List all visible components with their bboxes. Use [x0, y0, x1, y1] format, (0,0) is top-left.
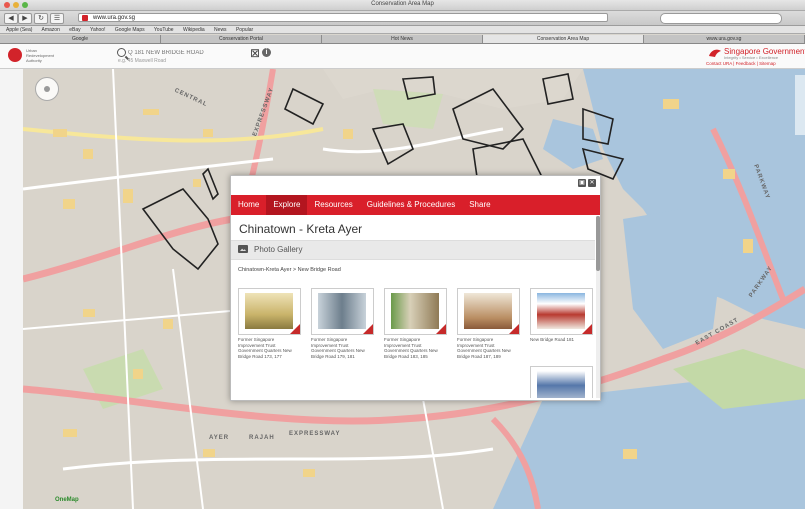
thumbnail-photo — [245, 293, 293, 329]
breadcrumb[interactable]: Chinatown-Kreta Ayer > New Bridge Road — [238, 267, 341, 273]
thumbnail-corner-icon — [436, 324, 446, 334]
nav-share[interactable]: Share — [462, 195, 497, 215]
nav-guidelines[interactable]: Guidelines & Procedures — [360, 195, 463, 215]
thumbnail-caption: Former Singapore Improvement Trust Gover… — [384, 337, 438, 359]
thumbnail-caption: Former Singapore Improvement Trust Gover… — [311, 337, 365, 359]
nav-explore[interactable]: Explore — [266, 195, 308, 215]
thumbnail-caption: Former Singapore Improvement Trust Gover… — [238, 337, 292, 359]
thumbnail-image — [530, 288, 593, 335]
photo-thumbnail[interactable]: Former Singapore Improvement Trust Gover… — [311, 288, 374, 359]
forward-button[interactable]: ▶ — [18, 13, 32, 24]
thumbnail-photo — [537, 371, 585, 398]
favicon-icon — [82, 15, 88, 21]
browser-tab-active[interactable]: Conservation Area Map — [483, 35, 644, 43]
road — [172, 268, 204, 509]
thumbnail-image — [311, 288, 374, 335]
ura-org-name: Urban Redevelopment Authority — [26, 48, 55, 63]
browser-tab[interactable]: www.ura.gov.sg — [644, 35, 805, 43]
photo-thumbnail[interactable]: Former Singapore Improvement Trust Gover… — [238, 288, 301, 359]
clear-search-icon[interactable]: ⊠ — [250, 47, 260, 59]
thumbnail-image — [457, 288, 520, 335]
river-water — [543, 119, 603, 169]
dialog-controls: ▣ ✕ — [578, 179, 596, 187]
photo-thumbnails: Former Singapore Improvement Trust Gover… — [238, 288, 593, 398]
dialog-nav: Home Explore Resources Guidelines & Proc… — [231, 195, 600, 215]
thumbnail-corner-icon — [363, 324, 373, 334]
scrollbar-thumb[interactable] — [596, 216, 600, 271]
browser-search-field[interactable] — [660, 13, 782, 24]
thumbnail-corner-icon — [290, 324, 300, 334]
ura-logo-icon[interactable] — [8, 48, 22, 62]
thumbnail-corner-icon — [509, 324, 519, 334]
map-side-panel — [0, 69, 24, 509]
browser-tab[interactable]: Conservation Portal — [161, 35, 322, 43]
window-title: Conservation Area Map — [371, 1, 434, 7]
thumbnail-image — [384, 288, 447, 335]
address-url: www.ura.gov.sg — [93, 15, 135, 21]
photo-gallery-header[interactable]: Photo Gallery — [231, 240, 595, 260]
bookmark-item[interactable]: eBay — [69, 27, 80, 33]
bookmark-item[interactable]: YouTube — [154, 27, 174, 33]
photo-thumbnail[interactable] — [530, 366, 593, 398]
thumbnail-corner-icon — [582, 324, 592, 334]
back-button[interactable]: ◀ — [4, 13, 18, 24]
browser-tabs: Google Conservation Portal Hot News Cons… — [0, 35, 805, 44]
browser-tab[interactable]: Google — [0, 35, 161, 43]
road — [62, 447, 494, 471]
nav-home[interactable]: Home — [231, 195, 266, 215]
thumbnail-photo — [318, 293, 366, 329]
major-road — [23, 127, 324, 143]
maximize-icon[interactable]: ▣ — [578, 179, 586, 187]
bookmark-item[interactable]: Popular — [236, 27, 253, 33]
bookmarks-bar: Apple (Sea) Amazon eBay Yahoo! Google Ma… — [0, 26, 805, 34]
bookmarks-icon[interactable]: ☰ — [50, 13, 64, 24]
address-bar[interactable]: www.ura.gov.sg — [78, 13, 608, 22]
photo-gallery-icon — [238, 245, 248, 253]
photo-thumbnail[interactable]: Former Singapore Improvement Trust Gover… — [384, 288, 447, 359]
thumbnail-photo — [464, 293, 512, 329]
road — [23, 308, 254, 330]
search-example-hint: e.g. 45 Maxwell Road — [118, 58, 167, 64]
map-pan-control[interactable] — [35, 77, 59, 101]
site-header: Urban Redevelopment Authority e.g. 45 Ma… — [0, 44, 805, 69]
map-label: AYER — [209, 435, 230, 441]
thumbnail-caption: Former Singapore Improvement Trust Gover… — [457, 337, 511, 359]
map-credits: OneMap — [55, 497, 79, 503]
map-label: RAJAH — [249, 435, 275, 441]
search-icon[interactable] — [117, 48, 126, 57]
info-icon[interactable]: i — [262, 48, 271, 57]
expressway-road — [23, 215, 234, 283]
thumbnail-photo — [391, 293, 439, 329]
bookmark-item[interactable]: Yahoo! — [90, 27, 105, 33]
browser-toolbar: ◀ ▶ ↻ ☰ www.ura.gov.sg — [0, 11, 805, 26]
road — [112, 69, 134, 509]
thumbnail-image — [530, 366, 593, 398]
thumbnail-image — [238, 288, 301, 335]
photo-thumbnail[interactable]: Former Singapore Improvement Trust Gover… — [457, 288, 520, 359]
close-icon[interactable]: ✕ — [588, 179, 596, 187]
photo-thumbnail[interactable]: New Bridge Road 181 — [530, 288, 593, 343]
bookmark-item[interactable]: News — [214, 27, 227, 33]
bookmark-item[interactable]: Google Maps — [115, 27, 145, 33]
nav-resources[interactable]: Resources — [307, 195, 359, 215]
thumbnail-caption: New Bridge Road 181 — [530, 337, 575, 342]
map-zoom-control[interactable] — [795, 75, 805, 135]
gov-tagline: Integrity • Service • Excellence — [724, 55, 779, 60]
gov-links[interactable]: Contact URA | Feedback | Sitemap — [706, 61, 776, 66]
thumbnail-photo — [537, 293, 585, 329]
bookmark-item[interactable]: Amazon — [42, 27, 60, 33]
browser-tab[interactable]: Hot News — [322, 35, 483, 43]
photo-gallery-label: Photo Gallery — [254, 245, 303, 254]
address-search-input[interactable] — [128, 48, 248, 57]
bookmark-item[interactable]: Wikipedia — [183, 27, 205, 33]
lion-head-logo-icon — [709, 49, 721, 57]
dialog-scrollbar[interactable] — [596, 216, 600, 398]
dialog-title: Chinatown - Kreta Ayer — [239, 222, 363, 236]
map-label: EXPRESSWAY — [289, 431, 341, 437]
reload-button[interactable]: ↻ — [34, 13, 48, 24]
conservation-info-dialog: ▣ ✕ Home Explore Resources Guidelines & … — [230, 175, 601, 401]
bookmark-item[interactable]: Apple (Sea) — [6, 27, 32, 33]
window-titlebar: Conservation Area Map — [0, 0, 805, 11]
